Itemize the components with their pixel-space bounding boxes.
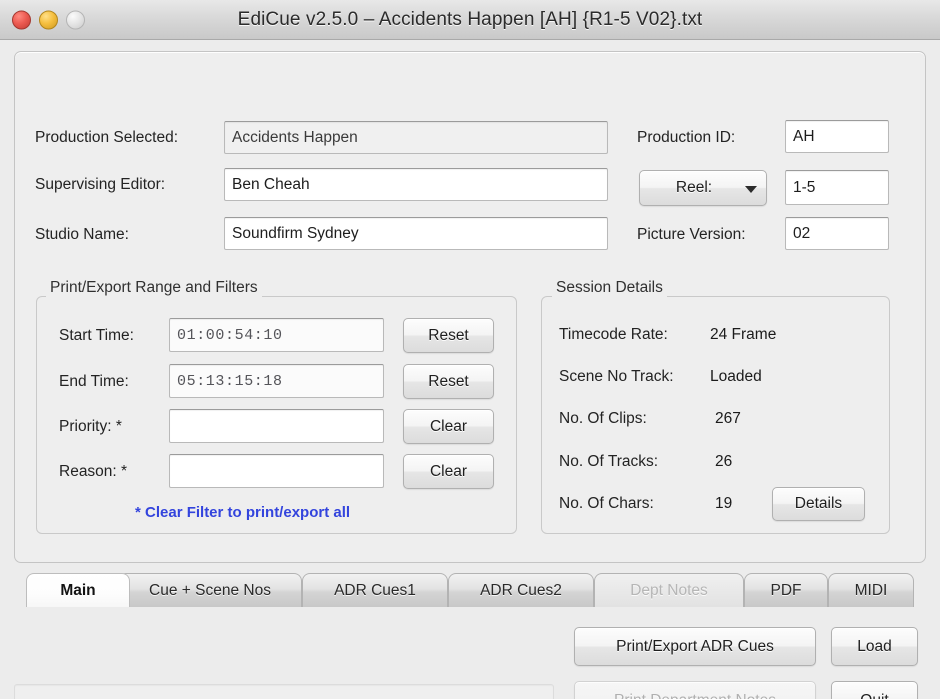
- scene-no-track-label: Scene No Track:: [559, 368, 674, 385]
- tab-adr-cues2[interactable]: ADR Cues2: [448, 573, 594, 607]
- end-time-reset-button[interactable]: Reset: [403, 364, 494, 399]
- minimize-button[interactable]: [39, 10, 58, 29]
- production-selected-label: Production Selected:: [35, 129, 179, 146]
- studio-name-label: Studio Name:: [35, 226, 129, 243]
- tab-main-label: Main: [60, 581, 96, 599]
- start-time-label: Start Time:: [59, 327, 134, 344]
- studio-name-field[interactable]: Soundfirm Sydney: [224, 217, 608, 250]
- tab-adr-cues2-label: ADR Cues2: [480, 581, 562, 599]
- no-of-clips-value: 267: [715, 410, 741, 427]
- window-controls: [12, 10, 85, 29]
- priority-label: Priority: *: [59, 418, 122, 435]
- reel-dropdown[interactable]: Reel:: [639, 170, 767, 206]
- tab-pdf[interactable]: PDF: [744, 573, 828, 607]
- no-of-tracks-value: 26: [715, 453, 733, 470]
- start-time-reset-button[interactable]: Reset: [403, 318, 494, 353]
- tab-cue-scene-nos-label: Cue + Scene Nos: [149, 581, 271, 599]
- session-details-group-title: Session Details: [552, 279, 667, 297]
- production-id-label: Production ID:: [637, 129, 736, 146]
- print-export-group-title: Print/Export Range and Filters: [46, 279, 262, 297]
- priority-field[interactable]: [169, 409, 384, 443]
- no-of-clips-label: No. Of Clips:: [559, 410, 647, 427]
- tab-bar: Main Cue + Scene Nos ADR Cues1 ADR Cues2…: [14, 573, 926, 610]
- tab-adr-cues1[interactable]: ADR Cues1: [302, 573, 448, 607]
- supervising-editor-label: Supervising Editor:: [35, 176, 166, 193]
- timecode-rate-label: Timecode Rate:: [559, 326, 668, 343]
- supervising-editor-field[interactable]: Ben Cheah: [224, 168, 608, 201]
- edicue-window: EdiCue v2.5.0 – Accidents Happen [AH] {R…: [0, 0, 940, 699]
- load-button[interactable]: Load: [831, 627, 918, 666]
- production-selected-field[interactable]: Accidents Happen: [224, 121, 608, 154]
- tab-midi-label: MIDI: [854, 581, 888, 599]
- window-titlebar: EdiCue v2.5.0 – Accidents Happen [AH] {R…: [0, 0, 940, 40]
- window-title: EdiCue v2.5.0 – Accidents Happen [AH] {R…: [237, 8, 703, 30]
- clear-filter-hint: * Clear Filter to print/export all: [135, 504, 351, 521]
- timecode-rate-value: 24 Frame: [710, 326, 777, 343]
- tab-adr-cues1-label: ADR Cues1: [334, 581, 416, 599]
- priority-clear-button[interactable]: Clear: [403, 409, 494, 444]
- tab-pdf-label: PDF: [770, 581, 802, 599]
- end-time-field[interactable]: 05:13:15:18: [169, 364, 384, 398]
- close-button[interactable]: [12, 10, 31, 29]
- picture-version-field[interactable]: 02: [785, 217, 889, 250]
- no-of-chars-value: 19: [715, 495, 733, 512]
- reel-value-field[interactable]: 1-5: [785, 170, 889, 205]
- end-time-label: End Time:: [59, 373, 129, 390]
- no-of-tracks-label: No. Of Tracks:: [559, 453, 659, 470]
- reel-dropdown-label: Reel:: [675, 179, 713, 196]
- reason-field[interactable]: [169, 454, 384, 488]
- window-body: Production Selected: Accidents Happen Su…: [0, 40, 940, 699]
- tab-cue-scene-nos[interactable]: Cue + Scene Nos: [118, 573, 302, 607]
- status-bar: [14, 684, 554, 699]
- details-button[interactable]: Details: [772, 487, 865, 521]
- reason-clear-button[interactable]: Clear: [403, 454, 494, 489]
- tab-dept-notes-label: Dept Notes: [630, 581, 708, 599]
- picture-version-label: Picture Version:: [637, 226, 746, 243]
- production-id-field[interactable]: AH: [785, 120, 889, 153]
- tab-main[interactable]: Main: [26, 573, 130, 607]
- chevron-down-icon: [745, 186, 757, 193]
- print-export-adr-cues-button[interactable]: Print/Export ADR Cues: [574, 627, 816, 666]
- start-time-field[interactable]: 01:00:54:10: [169, 318, 384, 352]
- zoom-button[interactable]: [66, 10, 85, 29]
- tab-dept-notes: Dept Notes: [594, 573, 744, 607]
- scene-no-track-value: Loaded: [710, 368, 762, 385]
- no-of-chars-label: No. Of Chars:: [559, 495, 654, 512]
- reason-label: Reason: *: [59, 463, 128, 480]
- tab-midi[interactable]: MIDI: [828, 573, 914, 607]
- quit-button[interactable]: Quit: [831, 681, 918, 699]
- print-department-notes-button: Print Department Notes: [574, 681, 816, 699]
